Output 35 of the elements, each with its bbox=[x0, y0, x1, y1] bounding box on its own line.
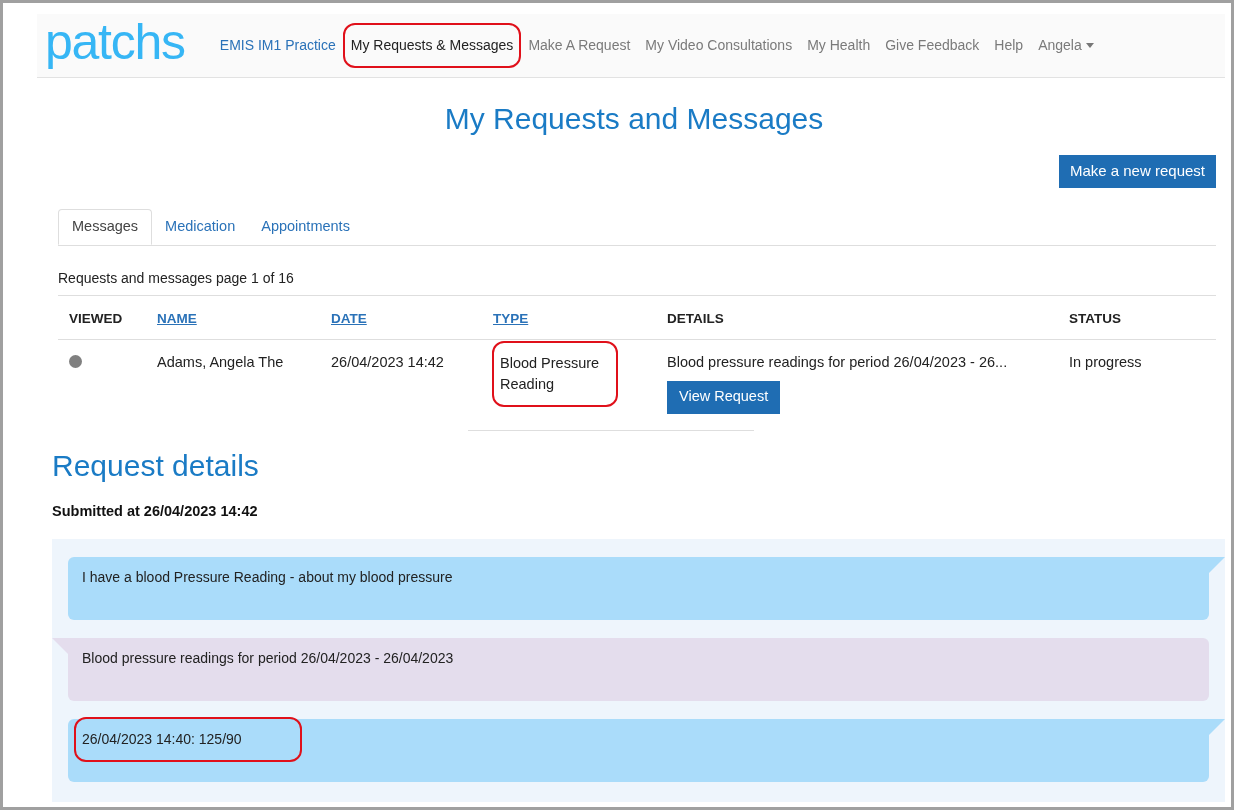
message-bubble: Blood pressure readings for period 26/04/2023 - 26/04/2023 bbox=[68, 637, 1209, 701]
table-cell: In progress bbox=[1069, 354, 1142, 370]
table-caption: Requests and messages page 1 of 16 bbox=[58, 269, 295, 288]
tab[interactable]: Messages bbox=[58, 209, 153, 245]
section-title: Request details bbox=[52, 448, 260, 484]
bubble-tail bbox=[52, 637, 68, 654]
message-bubble: I have a blood Pressure Reading - about my blood pressure bbox=[68, 556, 1209, 620]
nav-link[interactable]: Give Feedback bbox=[885, 35, 980, 56]
column-header[interactable]: NAME bbox=[157, 310, 197, 326]
nav-link[interactable]: Angela bbox=[1038, 35, 1094, 56]
nav-link[interactable]: Help bbox=[994, 35, 1024, 56]
page-title: My Requests and Messages bbox=[443, 101, 825, 137]
submitted-time: Submitted at 26/04/2023 14:42 bbox=[52, 502, 259, 521]
view-request-button[interactable]: View Request bbox=[667, 380, 781, 414]
nav-link[interactable]: My Health bbox=[807, 35, 871, 56]
nav-link[interactable]: Make A Request bbox=[528, 35, 631, 56]
table-cell-text: Blood Pressure Reading bbox=[500, 354, 601, 394]
nav-link[interactable]: My Requests & Messages bbox=[350, 35, 514, 56]
bubble-tail bbox=[1209, 718, 1225, 735]
bubble-tail bbox=[1209, 556, 1225, 573]
column-header: DETAILS bbox=[667, 310, 724, 326]
caret-icon bbox=[1085, 43, 1094, 48]
nav-link[interactable]: My Video Consultations bbox=[645, 35, 793, 56]
tab[interactable]: Medication bbox=[152, 209, 249, 245]
nav-link[interactable]: EMIS IM1 Practice bbox=[219, 35, 336, 56]
table-cell: Adams, Angela The bbox=[157, 354, 284, 370]
message-bubble: 26/04/2023 14:40: 125/90 bbox=[68, 718, 1209, 782]
new-request-button[interactable]: Make a new request bbox=[1058, 155, 1216, 188]
column-header: STATUS bbox=[1069, 310, 1121, 326]
column-header: VIEWED bbox=[69, 310, 123, 326]
column-header[interactable]: DATE bbox=[331, 310, 367, 326]
tab[interactable]: Appointments bbox=[248, 209, 363, 245]
table-cell: 26/04/2023 14:42 bbox=[331, 354, 444, 370]
column-header[interactable]: TYPE bbox=[493, 310, 529, 326]
table-cell-text: Blood pressure readings for period 26/04/2023 - 26... bbox=[667, 353, 1008, 372]
